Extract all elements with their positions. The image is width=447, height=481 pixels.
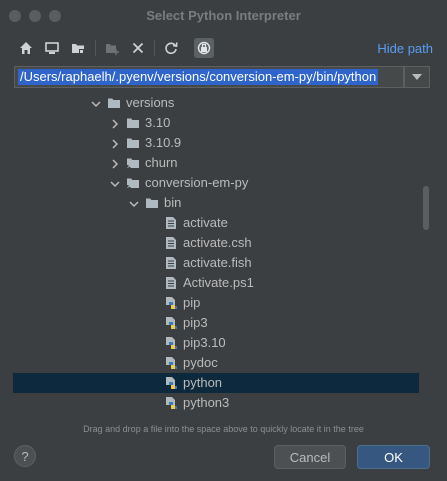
tree-row-label: python bbox=[183, 375, 223, 390]
tree-row[interactable]: pip3 bbox=[13, 313, 419, 333]
file-icon bbox=[164, 256, 178, 270]
drag-drop-hint: Drag and drop a file into the space abov… bbox=[83, 424, 364, 434]
tree-row-label: pydoc bbox=[183, 355, 218, 370]
tree-row-label: activate.fish bbox=[183, 255, 252, 270]
tree-row[interactable]: Activate.ps1 bbox=[13, 273, 419, 293]
folder-icon bbox=[145, 196, 159, 210]
folder-icon bbox=[126, 136, 140, 150]
tree-row[interactable]: activate bbox=[13, 213, 419, 233]
tree-row[interactable]: conversion-em-py bbox=[13, 173, 419, 193]
tree-row-label: conversion-em-py bbox=[145, 175, 249, 190]
toolbar-separator bbox=[95, 40, 96, 56]
path-input-value: /Users/raphaelh/.pyenv/versions/conversi… bbox=[18, 69, 379, 85]
folder-icon bbox=[107, 96, 121, 110]
project-folder-icon[interactable] bbox=[68, 38, 88, 58]
file-icon bbox=[164, 276, 178, 290]
tree-row-label: 3.10.9 bbox=[145, 135, 182, 150]
tree-row-label: bin bbox=[164, 195, 182, 210]
chevron-down-icon[interactable] bbox=[129, 197, 139, 209]
tree-row[interactable]: activate.csh bbox=[13, 233, 419, 253]
tree-row[interactable]: churn bbox=[13, 153, 419, 173]
tree-row-label: activate.csh bbox=[183, 235, 252, 250]
tree-row-label: python3 bbox=[183, 395, 230, 410]
tree-row-label: churn bbox=[145, 155, 178, 170]
tree-row-label: activate bbox=[183, 215, 228, 230]
python-file-icon bbox=[164, 336, 178, 350]
tree-scrollbar-thumb[interactable] bbox=[423, 186, 429, 230]
toolbar-separator bbox=[154, 40, 155, 56]
tree-row-label: pip bbox=[183, 295, 201, 310]
hide-path-link[interactable]: Hide path bbox=[377, 41, 433, 56]
python-file-icon bbox=[164, 316, 178, 330]
python-file-icon bbox=[164, 376, 178, 390]
tree-row[interactable]: python3.10 bbox=[13, 413, 419, 415]
tree-row[interactable]: 3.10 bbox=[13, 113, 419, 133]
tree-row-label: 3.10 bbox=[145, 115, 171, 130]
file-icon bbox=[164, 216, 178, 230]
new-folder-icon[interactable] bbox=[102, 38, 122, 58]
chevron-right-icon[interactable] bbox=[110, 157, 120, 169]
tree-row[interactable]: 3.10.9 bbox=[13, 133, 419, 153]
tree-row[interactable]: pip bbox=[13, 293, 419, 313]
linked-folder-icon bbox=[126, 156, 140, 170]
chevron-down-icon[interactable] bbox=[110, 177, 120, 189]
python-file-icon bbox=[164, 296, 178, 310]
tree-row-label: versions bbox=[126, 95, 175, 110]
python-file-icon bbox=[164, 396, 178, 410]
tree-row-label: pip3.10 bbox=[183, 335, 226, 350]
show-hidden-icon[interactable] bbox=[194, 38, 214, 58]
cancel-button[interactable]: Cancel bbox=[274, 445, 346, 469]
tree-row[interactable]: bin bbox=[13, 193, 419, 213]
tree-row[interactable]: versions bbox=[13, 93, 419, 113]
path-history-dropdown[interactable] bbox=[404, 66, 430, 88]
folder-icon bbox=[126, 116, 140, 130]
chevron-down-icon[interactable] bbox=[91, 97, 101, 109]
desktop-icon[interactable] bbox=[42, 38, 62, 58]
title-bar: Select Python Interpreter bbox=[0, 0, 447, 32]
chevron-down-icon bbox=[412, 74, 422, 80]
refresh-icon[interactable] bbox=[161, 38, 181, 58]
path-input[interactable]: /Users/raphaelh/.pyenv/versions/conversi… bbox=[14, 66, 404, 88]
tree-row[interactable]: python bbox=[13, 373, 419, 393]
file-icon bbox=[164, 236, 178, 250]
chevron-right-icon[interactable] bbox=[110, 117, 120, 129]
tree-row[interactable]: activate.fish bbox=[13, 253, 419, 273]
linked-folder-icon bbox=[126, 176, 140, 190]
chevron-right-icon[interactable] bbox=[110, 137, 120, 149]
tree-row[interactable]: pydoc bbox=[13, 353, 419, 373]
ok-button[interactable]: OK bbox=[357, 445, 430, 469]
tree-row[interactable]: python3 bbox=[13, 393, 419, 413]
help-button[interactable]: ? bbox=[14, 445, 36, 467]
tree-row-label: pip3 bbox=[183, 315, 208, 330]
home-icon[interactable] bbox=[16, 38, 36, 58]
file-tree[interactable]: versions 3.10 3.10.9 churn conversion-em-py b… bbox=[13, 93, 419, 415]
python-file-icon bbox=[164, 356, 178, 370]
window-title: Select Python Interpreter bbox=[146, 8, 301, 23]
tree-scrollbar-track[interactable] bbox=[420, 93, 430, 415]
tree-row-label: Activate.ps1 bbox=[183, 275, 254, 290]
delete-icon[interactable] bbox=[128, 38, 148, 58]
tree-row[interactable]: pip3.10 bbox=[13, 333, 419, 353]
